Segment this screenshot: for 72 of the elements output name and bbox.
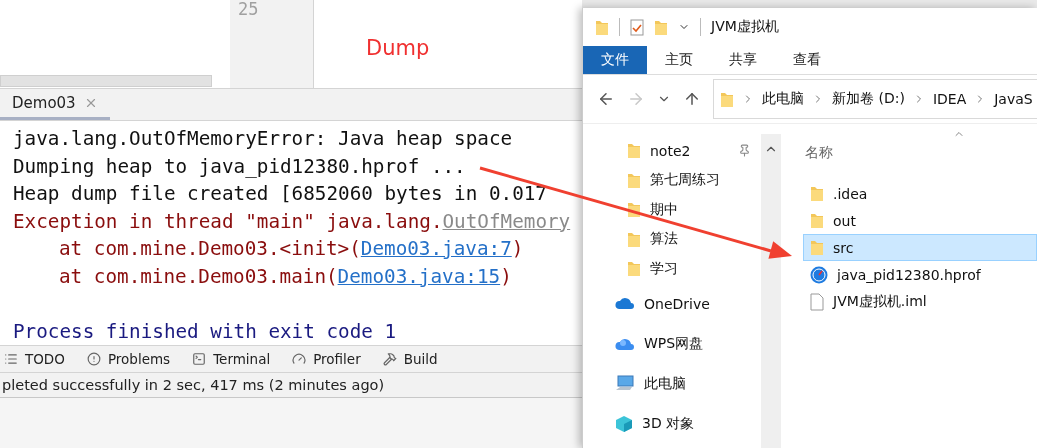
breadcrumb[interactable]: IDEA [932,91,967,107]
file-row[interactable]: JVM虚拟机.iml [803,288,1037,315]
nav-item[interactable]: 算法 [583,224,761,254]
breadcrumb[interactable]: JavaS [994,91,1033,107]
column-header[interactable]: 名称 [805,144,833,162]
folder-icon [627,171,641,189]
console-link[interactable]: Demo03.java:15 [337,262,501,290]
folder-icon [810,185,824,202]
hammer-icon [382,352,397,366]
nav-item[interactable]: 3D 对象 [583,403,761,444]
console-text: ) [511,236,524,262]
window-title: JVM虚拟机 [711,18,779,36]
file-row[interactable]: .idea [803,180,1037,207]
folder-icon [720,90,734,108]
cloud-icon [615,297,635,310]
annotation-text: Dump [366,36,430,60]
nav-item[interactable]: 期中 [583,195,761,225]
gauge-icon [810,265,828,284]
console-text: ) [500,263,512,290]
breadcrumb[interactable]: 新加卷 (D:) [832,90,905,108]
file-row[interactable]: out [803,207,1037,234]
nav-item[interactable]: 第七周练习 [583,165,761,195]
nav-item[interactable]: 学习 [583,254,761,284]
console-text: Heap dump file created [6852060 bytes in 0.017 [13,181,547,207]
line-number: 25 [238,0,259,19]
nav-item[interactable]: 此电脑 [583,363,761,404]
cube-icon [615,414,633,433]
up-icon[interactable] [683,90,701,108]
gauge-icon [292,352,307,366]
nav-item[interactable]: OneDrive [583,283,761,324]
console-text: Exception in thread "main" java.lang. [13,208,443,235]
list-icon [4,352,18,366]
pin-icon[interactable] [738,144,751,158]
console-text: java.lang.OutOfMemoryError: Java heap space [13,126,513,152]
run-tab[interactable]: Demo03 [0,89,110,120]
tool-window-tab[interactable]: Terminal [192,351,271,367]
tool-window-tab[interactable]: Build [382,351,438,367]
ribbon-tab[interactable]: 查看 [775,46,839,74]
computer-icon [615,375,635,392]
tool-window-tab[interactable]: Problems [86,351,171,367]
folder-icon [810,239,824,256]
address-bar[interactable]: 此电脑 新加卷 (D:) IDEA JavaS [713,79,1037,119]
alert-icon [86,352,101,366]
console-text: Process finished with exit code 1 [13,318,397,345]
ribbon-tab[interactable]: 共享 [711,46,775,74]
nav-item[interactable]: WPS网盘 [583,323,761,364]
console-link[interactable]: Demo03.java:7 [360,235,512,263]
file-row[interactable]: java_pid12380.hprof [803,261,1037,288]
file-row[interactable]: src [803,234,1037,261]
cloud-icon [615,336,635,351]
folder-icon [627,260,641,278]
folder-icon [595,18,609,36]
tool-window-tab[interactable]: Profiler [292,351,361,367]
ribbon-tab[interactable]: 文件 [583,46,647,74]
scrollbar[interactable] [0,75,212,87]
ribbon-tab[interactable]: 主页 [647,46,711,74]
folder-icon [627,142,641,160]
status-text: pleted successfully in 2 sec, 417 ms (2 minutes ago) [0,373,582,398]
breadcrumb[interactable]: 此电脑 [762,90,804,108]
console-text: at com.mine.Demo03.main( [59,263,338,290]
folder-icon [627,230,641,248]
nav-item[interactable]: note2 [583,136,761,166]
folder-icon [654,18,668,36]
tool-window-tab[interactable]: TODO [4,351,65,367]
terminal-icon [192,352,207,366]
back-icon[interactable] [597,90,615,108]
file-icon [810,292,824,311]
scrollbar[interactable] [761,134,781,448]
checklist-icon[interactable] [630,18,644,36]
folder-icon [810,212,824,229]
console-text: Dumping heap to java_pid12380.hprof ... [13,153,466,180]
console-text: at com.mine.Demo03.<init>( [59,236,361,262]
